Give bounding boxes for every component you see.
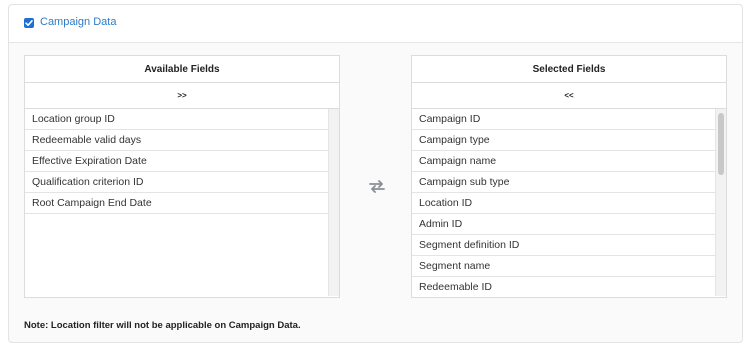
available-scrollbar[interactable] <box>328 109 339 296</box>
available-fields-title: Available Fields <box>25 56 339 83</box>
list-item[interactable]: Segment definition ID <box>412 235 716 256</box>
list-item[interactable]: Campaign ID <box>412 109 716 130</box>
move-all-left-button[interactable]: << <box>412 83 726 109</box>
list-item[interactable]: Effective Expiration Date <box>25 151 329 172</box>
list-item[interactable]: Campaign name <box>412 151 716 172</box>
list-item[interactable]: Campaign sub type <box>412 172 716 193</box>
campaign-data-checkbox[interactable] <box>24 18 34 28</box>
available-fields-list: Available Fields >> Location group ID Re… <box>24 55 340 298</box>
list-item[interactable]: Segment name <box>412 256 716 277</box>
list-item[interactable]: Qualification criterion ID <box>25 172 329 193</box>
selected-scrollbar[interactable] <box>715 109 726 296</box>
list-item[interactable]: Redeemable valid days <box>25 130 329 151</box>
scrollbar-thumb[interactable] <box>718 113 724 175</box>
list-item[interactable]: Location ID <box>412 193 716 214</box>
panel-header: Campaign Data <box>9 5 742 43</box>
move-all-right-button[interactable]: >> <box>25 83 339 109</box>
available-fields-body: Location group ID Redeemable valid days … <box>25 109 339 296</box>
list-item[interactable]: Location group ID <box>25 109 329 130</box>
list-item[interactable]: Redeemable ID <box>412 277 716 296</box>
selected-fields-title: Selected Fields <box>412 56 726 83</box>
selected-fields-list: Selected Fields << Campaign ID Campaign … <box>411 55 727 298</box>
checkmark-icon <box>25 20 33 26</box>
list-item[interactable]: Root Campaign End Date <box>25 193 329 214</box>
campaign-data-label[interactable]: Campaign Data <box>40 16 116 28</box>
list-item[interactable]: Campaign type <box>412 130 716 151</box>
selected-fields-body: Campaign ID Campaign type Campaign name … <box>412 109 726 296</box>
swap-arrows-icon[interactable] <box>368 179 386 193</box>
list-item[interactable]: Admin ID <box>412 214 716 235</box>
campaign-data-panel: Campaign Data Available Fields >> Locati… <box>8 4 743 343</box>
note-text: Note: Location filter will not be applic… <box>24 320 301 331</box>
